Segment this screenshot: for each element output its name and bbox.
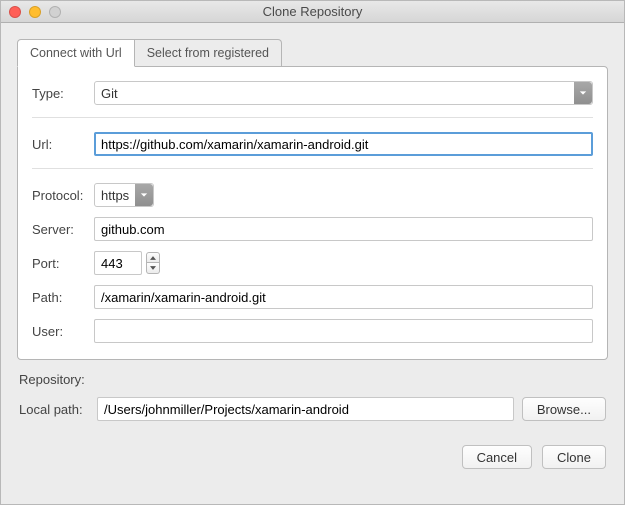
tab-bar: Connect with Url Select from registered bbox=[17, 39, 608, 67]
cancel-button[interactable]: Cancel bbox=[462, 445, 532, 469]
titlebar: Clone Repository bbox=[1, 1, 624, 23]
action-buttons: Cancel Clone bbox=[19, 445, 606, 469]
server-label: Server: bbox=[32, 222, 94, 237]
stepper-up-icon[interactable] bbox=[146, 252, 160, 263]
chevron-down-icon bbox=[574, 82, 592, 104]
clone-button[interactable]: Clone bbox=[542, 445, 606, 469]
type-value: Git bbox=[101, 86, 118, 101]
protocol-select[interactable]: https bbox=[94, 183, 154, 207]
window-controls bbox=[9, 6, 61, 18]
port-input[interactable] bbox=[94, 251, 142, 275]
minimize-icon[interactable] bbox=[29, 6, 41, 18]
bottom-section: Repository: Local path: Browse... Cancel… bbox=[17, 372, 608, 469]
path-label: Path: bbox=[32, 290, 94, 305]
protocol-value: https bbox=[101, 188, 129, 203]
local-path-input[interactable] bbox=[97, 397, 514, 421]
protocol-label: Protocol: bbox=[32, 188, 94, 203]
tab-connect-url[interactable]: Connect with Url bbox=[17, 39, 135, 67]
url-label: Url: bbox=[32, 137, 94, 152]
user-label: User: bbox=[32, 324, 94, 339]
port-stepper[interactable] bbox=[146, 252, 160, 274]
server-input[interactable] bbox=[94, 217, 593, 241]
divider bbox=[32, 117, 593, 118]
url-input[interactable] bbox=[94, 132, 593, 156]
type-select[interactable]: Git bbox=[94, 81, 593, 105]
zoom-icon bbox=[49, 6, 61, 18]
chevron-down-icon bbox=[135, 184, 153, 206]
divider bbox=[32, 168, 593, 169]
path-input[interactable] bbox=[94, 285, 593, 309]
port-label: Port: bbox=[32, 256, 94, 271]
browse-button[interactable]: Browse... bbox=[522, 397, 606, 421]
window-title: Clone Repository bbox=[1, 4, 624, 19]
user-input[interactable] bbox=[94, 319, 593, 343]
dialog-content: Connect with Url Select from registered … bbox=[1, 23, 624, 481]
local-path-label: Local path: bbox=[19, 402, 97, 417]
connect-panel: Type: Git Url: Protocol: https bbox=[17, 66, 608, 360]
type-label: Type: bbox=[32, 86, 94, 101]
clone-repository-dialog: Clone Repository Connect with Url Select… bbox=[0, 0, 625, 505]
stepper-down-icon[interactable] bbox=[146, 263, 160, 274]
repository-label: Repository: bbox=[19, 372, 606, 387]
close-icon[interactable] bbox=[9, 6, 21, 18]
tab-select-registered[interactable]: Select from registered bbox=[135, 39, 282, 67]
